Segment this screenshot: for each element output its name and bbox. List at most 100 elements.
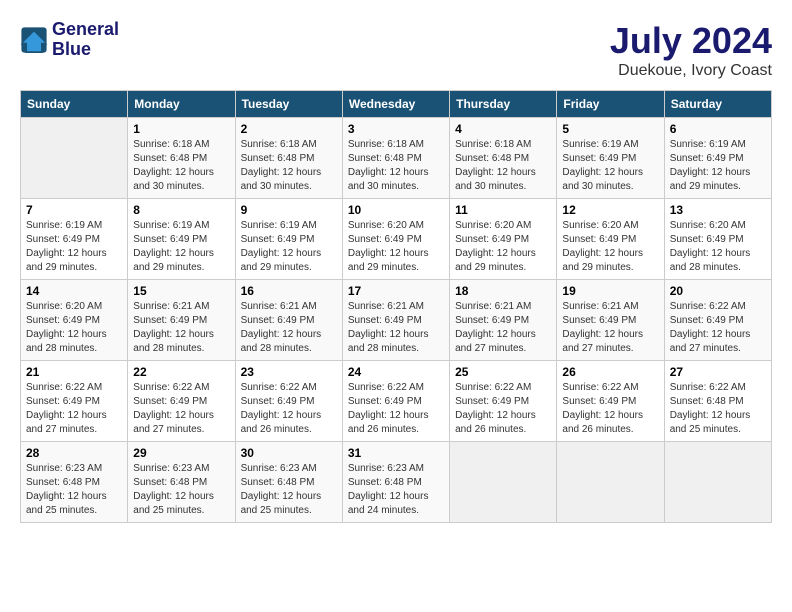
day-info: Sunrise: 6:18 AMSunset: 6:48 PMDaylight:… xyxy=(241,138,337,194)
calendar-week-row: 7 Sunrise: 6:19 AMSunset: 6:49 PMDaylight… xyxy=(21,199,772,280)
day-number: 21 xyxy=(26,365,122,379)
day-info: Sunrise: 6:19 AMSunset: 6:49 PMDaylight:… xyxy=(562,138,658,194)
day-number: 29 xyxy=(133,446,229,460)
calendar-header-cell: Sunday xyxy=(21,91,128,118)
day-number: 3 xyxy=(348,122,444,136)
day-info: Sunrise: 6:20 AMSunset: 6:49 PMDaylight:… xyxy=(562,219,658,275)
day-number: 30 xyxy=(241,446,337,460)
day-info: Sunrise: 6:19 AMSunset: 6:49 PMDaylight:… xyxy=(26,219,122,275)
calendar-cell: 17Sunrise: 6:21 AMSunset: 6:49 PMDayligh… xyxy=(342,280,449,361)
day-number: 6 xyxy=(670,122,766,136)
calendar-cell: 12Sunrise: 6:20 AMSunset: 6:49 PMDayligh… xyxy=(557,199,664,280)
calendar-cell: 15 Sunrise: 6:21 AMSunset: 6:49 PMDayligh… xyxy=(128,280,235,361)
calendar-cell: 28 Sunrise: 6:23 AMSunset: 6:48 PMDayligh… xyxy=(21,442,128,523)
logo: General Blue xyxy=(20,20,119,60)
day-number: 22 xyxy=(133,365,229,379)
day-info: Sunrise: 6:20 AMSunset: 6:49 PMDaylight:… xyxy=(455,219,551,275)
day-number: 5 xyxy=(562,122,658,136)
calendar-cell: 14 Sunrise: 6:20 AMSunset: 6:49 PMDayligh… xyxy=(21,280,128,361)
title-area: July 2024 Duekoue, Ivory Coast xyxy=(610,20,772,80)
calendar-cell: 4 Sunrise: 6:18 AMSunset: 6:48 PMDaylight… xyxy=(450,118,557,199)
calendar-week-row: 1Sunrise: 6:18 AMSunset: 6:48 PMDaylight… xyxy=(21,118,772,199)
day-info: Sunrise: 6:18 AMSunset: 6:48 PMDaylight:… xyxy=(455,138,551,194)
day-number: 7 xyxy=(26,203,122,217)
calendar-cell: 18 Sunrise: 6:21 AMSunset: 6:49 PMDayligh… xyxy=(450,280,557,361)
logo-icon xyxy=(20,26,48,54)
day-info: Sunrise: 6:22 AMSunset: 6:48 PMDaylight:… xyxy=(670,381,766,437)
day-info: Sunrise: 6:18 AMSunset: 6:48 PMDaylight:… xyxy=(133,138,229,194)
day-number: 27 xyxy=(670,365,766,379)
day-info: Sunrise: 6:23 AMSunset: 6:48 PMDaylight:… xyxy=(133,462,229,518)
day-info: Sunrise: 6:23 AMSunset: 6:48 PMDaylight:… xyxy=(348,462,444,518)
calendar-cell: 2Sunrise: 6:18 AMSunset: 6:48 PMDaylight… xyxy=(235,118,342,199)
day-info: Sunrise: 6:22 AMSunset: 6:49 PMDaylight:… xyxy=(562,381,658,437)
calendar-cell: 26 Sunrise: 6:22 AMSunset: 6:49 PMDayligh… xyxy=(557,361,664,442)
day-info: Sunrise: 6:20 AMSunset: 6:49 PMDaylight:… xyxy=(348,219,444,275)
day-info: Sunrise: 6:22 AMSunset: 6:49 PMDaylight:… xyxy=(133,381,229,437)
day-info: Sunrise: 6:23 AMSunset: 6:48 PMDaylight:… xyxy=(241,462,337,518)
calendar-cell: 1Sunrise: 6:18 AMSunset: 6:48 PMDaylight… xyxy=(128,118,235,199)
day-info: Sunrise: 6:19 AMSunset: 6:49 PMDaylight:… xyxy=(133,219,229,275)
main-title: July 2024 xyxy=(610,20,772,62)
calendar-week-row: 28 Sunrise: 6:23 AMSunset: 6:48 PMDayligh… xyxy=(21,442,772,523)
calendar-header-row: SundayMondayTuesdayWednesdayThursdayFrid… xyxy=(21,91,772,118)
calendar-cell: 16 Sunrise: 6:21 AMSunset: 6:49 PMDayligh… xyxy=(235,280,342,361)
day-info: Sunrise: 6:19 AMSunset: 6:49 PMDaylight:… xyxy=(670,138,766,194)
calendar-header-cell: Tuesday xyxy=(235,91,342,118)
calendar-cell xyxy=(21,118,128,199)
day-number: 26 xyxy=(562,365,658,379)
day-number: 15 xyxy=(133,284,229,298)
day-info: Sunrise: 6:22 AMSunset: 6:49 PMDaylight:… xyxy=(670,300,766,356)
day-number: 10 xyxy=(348,203,444,217)
day-info: Sunrise: 6:21 AMSunset: 6:49 PMDaylight:… xyxy=(241,300,337,356)
calendar-cell: 31 Sunrise: 6:23 AMSunset: 6:48 PMDayligh… xyxy=(342,442,449,523)
calendar-body: 1Sunrise: 6:18 AMSunset: 6:48 PMDaylight… xyxy=(21,118,772,523)
day-number: 24 xyxy=(348,365,444,379)
day-number: 16 xyxy=(241,284,337,298)
calendar-header-cell: Wednesday xyxy=(342,91,449,118)
page-header: General Blue July 2024 Duekoue, Ivory Co… xyxy=(20,20,772,80)
day-number: 28 xyxy=(26,446,122,460)
calendar-cell: 8Sunrise: 6:19 AMSunset: 6:49 PMDaylight… xyxy=(128,199,235,280)
day-number: 9 xyxy=(241,203,337,217)
calendar-table: SundayMondayTuesdayWednesdayThursdayFrid… xyxy=(20,90,772,523)
day-info: Sunrise: 6:20 AMSunset: 6:49 PMDaylight:… xyxy=(670,219,766,275)
calendar-cell: 3 Sunrise: 6:18 AMSunset: 6:48 PMDaylight… xyxy=(342,118,449,199)
day-number: 13 xyxy=(670,203,766,217)
day-info: Sunrise: 6:20 AMSunset: 6:49 PMDaylight:… xyxy=(26,300,122,356)
day-info: Sunrise: 6:22 AMSunset: 6:49 PMDaylight:… xyxy=(26,381,122,437)
calendar-cell xyxy=(557,442,664,523)
day-number: 18 xyxy=(455,284,551,298)
calendar-cell: 24 Sunrise: 6:22 AMSunset: 6:49 PMDayligh… xyxy=(342,361,449,442)
day-number: 19 xyxy=(562,284,658,298)
calendar-header-cell: Saturday xyxy=(664,91,771,118)
day-info: Sunrise: 6:21 AMSunset: 6:49 PMDaylight:… xyxy=(348,300,444,356)
day-info: Sunrise: 6:23 AMSunset: 6:48 PMDaylight:… xyxy=(26,462,122,518)
calendar-cell: 20 Sunrise: 6:22 AMSunset: 6:49 PMDayligh… xyxy=(664,280,771,361)
calendar-cell: 9 Sunrise: 6:19 AMSunset: 6:49 PMDaylight… xyxy=(235,199,342,280)
calendar-cell: 27 Sunrise: 6:22 AMSunset: 6:48 PMDayligh… xyxy=(664,361,771,442)
calendar-cell: 21 Sunrise: 6:22 AMSunset: 6:49 PMDayligh… xyxy=(21,361,128,442)
calendar-cell: 5 Sunrise: 6:19 AMSunset: 6:49 PMDaylight… xyxy=(557,118,664,199)
day-info: Sunrise: 6:21 AMSunset: 6:49 PMDaylight:… xyxy=(133,300,229,356)
calendar-cell: 23Sunrise: 6:22 AMSunset: 6:49 PMDayligh… xyxy=(235,361,342,442)
day-number: 31 xyxy=(348,446,444,460)
day-info: Sunrise: 6:22 AMSunset: 6:49 PMDaylight:… xyxy=(348,381,444,437)
logo-text: General Blue xyxy=(52,20,119,60)
day-info: Sunrise: 6:18 AMSunset: 6:48 PMDaylight:… xyxy=(348,138,444,194)
day-info: Sunrise: 6:22 AMSunset: 6:49 PMDaylight:… xyxy=(455,381,551,437)
day-info: Sunrise: 6:21 AMSunset: 6:49 PMDaylight:… xyxy=(562,300,658,356)
calendar-cell: 25 Sunrise: 6:22 AMSunset: 6:49 PMDayligh… xyxy=(450,361,557,442)
day-number: 25 xyxy=(455,365,551,379)
day-number: 11 xyxy=(455,203,551,217)
calendar-cell: 11 Sunrise: 6:20 AMSunset: 6:49 PMDayligh… xyxy=(450,199,557,280)
day-info: Sunrise: 6:19 AMSunset: 6:49 PMDaylight:… xyxy=(241,219,337,275)
day-number: 14 xyxy=(26,284,122,298)
calendar-cell: 30 Sunrise: 6:23 AMSunset: 6:48 PMDayligh… xyxy=(235,442,342,523)
day-number: 20 xyxy=(670,284,766,298)
calendar-cell: 10 Sunrise: 6:20 AMSunset: 6:49 PMDayligh… xyxy=(342,199,449,280)
calendar-header-cell: Monday xyxy=(128,91,235,118)
calendar-cell: 6 Sunrise: 6:19 AMSunset: 6:49 PMDaylight… xyxy=(664,118,771,199)
day-number: 4 xyxy=(455,122,551,136)
day-info: Sunrise: 6:21 AMSunset: 6:49 PMDaylight:… xyxy=(455,300,551,356)
